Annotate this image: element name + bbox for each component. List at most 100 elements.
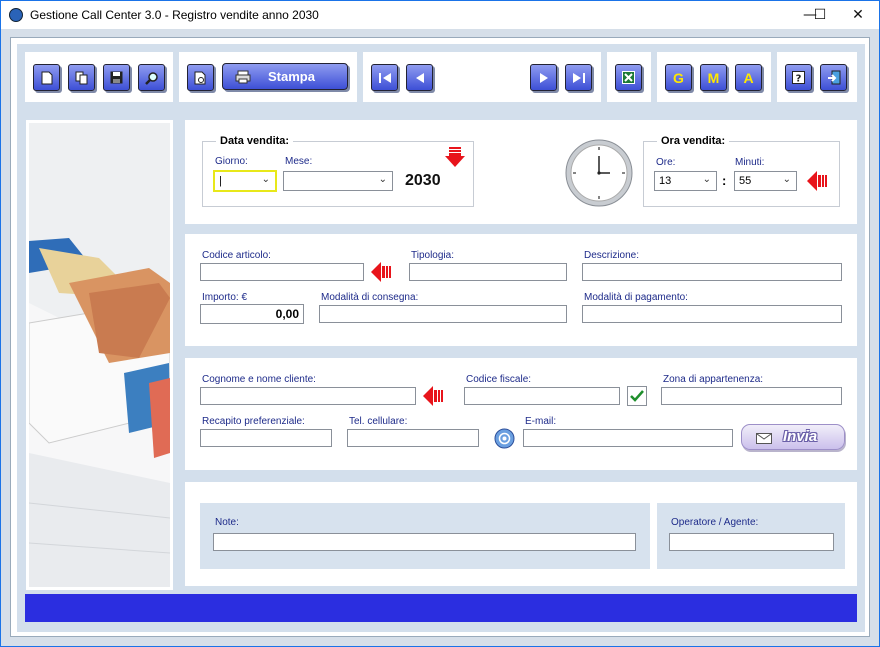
- ore-label: Ore:: [656, 157, 676, 168]
- year-value: 2030: [405, 172, 441, 189]
- cliente-label: Cognome e nome cliente:: [202, 374, 316, 385]
- main-frame: Stampa G M A ? Data vendita: Giorno: | ⌄…: [10, 37, 870, 637]
- recapito-input[interactable]: [200, 429, 332, 447]
- minuti-value: 55: [739, 175, 752, 187]
- importo-input[interactable]: 0,00: [200, 304, 304, 324]
- chevron-down-icon: ⌄: [261, 174, 270, 185]
- time-left-arrow-icon[interactable]: [807, 171, 829, 191]
- pagamento-input[interactable]: [582, 305, 842, 323]
- year-down-arrow-icon[interactable]: [444, 146, 466, 168]
- operatore-label: Operatore / Agente:: [671, 517, 759, 528]
- app-window: Gestione Call Center 3.0 - Registro vend…: [0, 0, 880, 647]
- print-preview-button[interactable]: [187, 64, 214, 91]
- invia-label: Invia: [783, 428, 818, 445]
- search-button[interactable]: [138, 64, 165, 91]
- copy-record-button[interactable]: [68, 64, 95, 91]
- cellulare-label: Tel. cellulare:: [349, 416, 408, 427]
- first-record-icon: [378, 72, 391, 83]
- toolbar-export-group: [607, 52, 651, 102]
- monthly-button[interactable]: M: [700, 64, 727, 91]
- decorative-photo-panel: [26, 120, 173, 590]
- toolbar-print-group: Stampa: [179, 52, 357, 102]
- client-panel: Cognome e nome cliente: Codice fiscale: …: [185, 358, 857, 470]
- excel-icon: [622, 71, 635, 84]
- content-area: Stampa G M A ? Data vendita: Giorno: | ⌄…: [17, 44, 865, 632]
- mese-select[interactable]: ⌄: [283, 171, 393, 191]
- tipologia-label: Tipologia:: [411, 250, 454, 261]
- verify-cf-button[interactable]: [627, 386, 647, 406]
- descrizione-input[interactable]: [582, 263, 842, 281]
- email-label: E-mail:: [525, 416, 557, 427]
- tipologia-input[interactable]: [409, 263, 567, 281]
- chevron-down-icon: ⌄: [702, 174, 711, 185]
- first-record-button[interactable]: [371, 64, 398, 91]
- title-bar: Gestione Call Center 3.0 - Registro vend…: [1, 1, 879, 29]
- operatore-input[interactable]: [669, 533, 834, 551]
- consegna-input[interactable]: [319, 305, 567, 323]
- note-input[interactable]: [213, 533, 636, 551]
- last-record-icon: [572, 72, 585, 83]
- status-bar: [25, 594, 857, 622]
- note-label: Note:: [215, 517, 239, 528]
- mese-label: Mese:: [285, 156, 313, 167]
- importo-label: Importo: €: [202, 292, 248, 303]
- yearly-button[interactable]: A: [735, 64, 762, 91]
- clock-icon: [565, 139, 633, 207]
- chevron-down-icon: ⌄: [782, 174, 791, 185]
- exit-button[interactable]: [820, 64, 847, 91]
- toolbar-navigation-group: [363, 52, 601, 102]
- codice-articolo-label: Codice articolo:: [202, 250, 271, 261]
- descrizione-label: Descrizione:: [584, 250, 640, 261]
- search-icon: [144, 71, 158, 85]
- codice-fiscale-label: Codice fiscale:: [466, 374, 532, 385]
- cliente-input[interactable]: [200, 387, 416, 405]
- codice-articolo-input[interactable]: [200, 263, 364, 281]
- save-button[interactable]: [103, 64, 130, 91]
- new-record-icon: [41, 71, 52, 84]
- codice-fiscale-input[interactable]: [464, 387, 620, 405]
- toolbar-period-group: G M A: [657, 52, 771, 102]
- toolbar-file-group: [25, 52, 173, 102]
- save-icon: [110, 71, 123, 84]
- email-at-icon[interactable]: [494, 428, 515, 449]
- consegna-label: Modalità di consegna:: [321, 292, 419, 303]
- zona-input[interactable]: [661, 387, 842, 405]
- ore-select[interactable]: 13 ⌄: [654, 171, 717, 191]
- printer-icon: [235, 70, 251, 84]
- cellulare-input[interactable]: [347, 429, 479, 447]
- giorno-label: Giorno:: [215, 156, 248, 167]
- last-record-button[interactable]: [565, 64, 592, 91]
- previous-record-icon: [415, 72, 424, 83]
- svg-text:?: ?: [796, 74, 802, 85]
- toolbar-help-group: ?: [777, 52, 857, 102]
- excel-export-button[interactable]: [615, 64, 642, 91]
- daily-button[interactable]: G: [665, 64, 692, 91]
- money-photo: [29, 123, 170, 587]
- previous-record-button[interactable]: [406, 64, 433, 91]
- zona-label: Zona di appartenenza:: [663, 374, 764, 385]
- help-button[interactable]: ?: [785, 64, 812, 91]
- chevron-down-icon: ⌄: [378, 174, 387, 185]
- email-input[interactable]: [523, 429, 733, 447]
- print-button[interactable]: Stampa: [222, 63, 348, 90]
- print-preview-icon: [194, 71, 206, 84]
- next-record-button[interactable]: [530, 64, 557, 91]
- invia-button[interactable]: Invia: [741, 424, 845, 450]
- new-record-button[interactable]: [33, 64, 60, 91]
- codice-left-arrow-icon[interactable]: [371, 262, 393, 282]
- close-button[interactable]: ✕: [835, 1, 880, 29]
- cliente-left-arrow-icon[interactable]: [423, 386, 445, 406]
- notes-panel: Note: Operatore / Agente:: [185, 482, 857, 586]
- giorno-value: |: [219, 175, 222, 187]
- exit-icon: [827, 70, 840, 85]
- next-record-icon: [539, 72, 548, 83]
- window-title: Gestione Call Center 3.0 - Registro vend…: [30, 8, 319, 22]
- ore-value: 13: [659, 175, 672, 187]
- checkmark-icon: [630, 390, 644, 402]
- time-separator: :: [722, 173, 727, 188]
- date-group-title: Data vendita:: [216, 135, 294, 147]
- minuti-select[interactable]: 55 ⌄: [734, 171, 797, 191]
- giorno-select[interactable]: | ⌄: [213, 170, 277, 192]
- note-group: Note:: [200, 503, 650, 569]
- print-button-label: Stampa: [268, 69, 315, 84]
